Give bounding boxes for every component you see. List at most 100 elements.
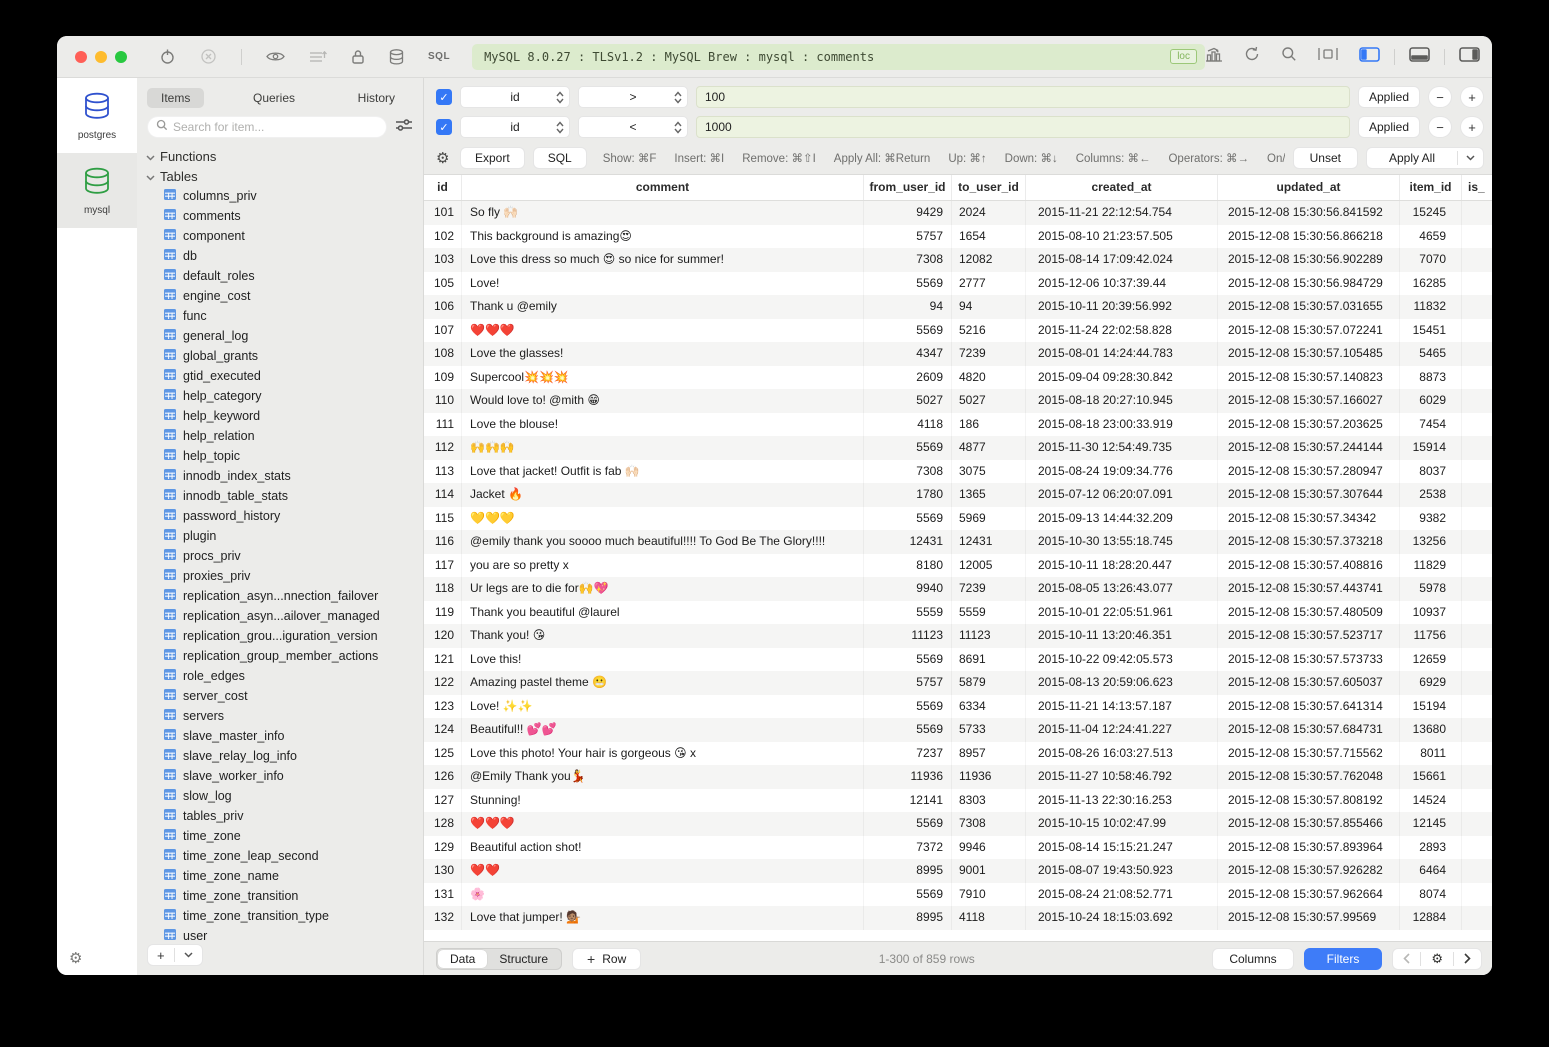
cell-comment[interactable]: Love the glasses! [462, 342, 864, 366]
cell-is[interactable] [1462, 836, 1492, 860]
cell-comment[interactable]: 🙌🙌🙌 [462, 436, 864, 460]
table-row[interactable]: 110 Would love to! @mith 😁 5027 5027 201… [424, 389, 1492, 413]
cell-comment[interactable]: So fly 🙌🏻 [462, 201, 864, 225]
filter-settings-gear-icon[interactable]: ⚙ [436, 149, 452, 167]
cell-comment[interactable]: 🌸 [462, 883, 864, 907]
cell-created-at[interactable]: 2015-12-06 10:37:39.44 [1026, 272, 1218, 296]
cell-from-user-id[interactable]: 5569 [864, 883, 952, 907]
sidebar-table-item[interactable]: servers [137, 706, 423, 726]
cell-is[interactable] [1462, 201, 1492, 225]
chart-icon[interactable] [1205, 47, 1223, 67]
cell-is[interactable] [1462, 906, 1492, 930]
cell-id[interactable]: 124 [424, 718, 462, 742]
tab-structure[interactable]: Structure [487, 950, 560, 968]
cell-from-user-id[interactable]: 7372 [864, 836, 952, 860]
chevron-down-icon[interactable] [175, 952, 202, 958]
cell-created-at[interactable]: 2015-11-21 22:12:54.754 [1026, 201, 1218, 225]
sql-editor-icon[interactable]: SQL [428, 51, 450, 62]
cell-item-id[interactable]: 15661 [1400, 765, 1462, 789]
column-header[interactable]: to_user_id [952, 175, 1026, 200]
connection-icon[interactable] [159, 48, 176, 65]
cell-comment[interactable]: Love that jacket! Outfit is fab 🙌🏻 [462, 460, 864, 484]
sidebar-table-item[interactable]: plugin [137, 526, 423, 546]
cell-id[interactable]: 106 [424, 295, 462, 319]
table-row[interactable]: 106 Thank u @emily 94 94 2015-10-11 20:3… [424, 295, 1492, 319]
cell-id[interactable]: 101 [424, 201, 462, 225]
lock-icon[interactable] [351, 49, 365, 65]
cell-updated-at[interactable]: 2015-12-08 15:30:57.280947 [1218, 460, 1400, 484]
sql-button[interactable]: SQL [533, 147, 587, 169]
cell-id[interactable]: 111 [424, 413, 462, 437]
cell-to-user-id[interactable]: 7308 [952, 812, 1026, 836]
cell-updated-at[interactable]: 2015-12-08 15:30:57.926282 [1218, 859, 1400, 883]
cell-updated-at[interactable]: 2015-12-08 15:30:57.443741 [1218, 577, 1400, 601]
cell-item-id[interactable]: 12659 [1400, 648, 1462, 672]
cell-to-user-id[interactable]: 5733 [952, 718, 1026, 742]
cell-id[interactable]: 125 [424, 742, 462, 766]
column-header[interactable]: comment [462, 175, 864, 200]
sidebar-table-item[interactable]: engine_cost [137, 286, 423, 306]
cell-is[interactable] [1462, 742, 1492, 766]
cell-item-id[interactable]: 2893 [1400, 836, 1462, 860]
cell-item-id[interactable]: 8011 [1400, 742, 1462, 766]
sidebar-table-item[interactable]: gtid_executed [137, 366, 423, 386]
cell-is[interactable] [1462, 366, 1492, 390]
cell-is[interactable] [1462, 789, 1492, 813]
cell-updated-at[interactable]: 2015-12-08 15:30:57.855466 [1218, 812, 1400, 836]
table-row[interactable]: 119 Thank you beautiful @laurel 5559 555… [424, 601, 1492, 625]
cell-updated-at[interactable]: 2015-12-08 15:30:57.031655 [1218, 295, 1400, 319]
minimize-window-button[interactable] [95, 51, 107, 63]
cell-comment[interactable]: Love! ✨✨ [462, 695, 864, 719]
cell-created-at[interactable]: 2015-08-18 20:27:10.945 [1026, 389, 1218, 413]
cell-id[interactable]: 131 [424, 883, 462, 907]
table-row[interactable]: 105 Love! 5569 2777 2015-12-06 10:37:39.… [424, 272, 1492, 296]
add-row-button[interactable]: + Row [572, 948, 641, 970]
sidebar-table-item[interactable]: default_roles [137, 266, 423, 286]
cell-from-user-id[interactable]: 8180 [864, 554, 952, 578]
cell-from-user-id[interactable]: 9940 [864, 577, 952, 601]
sidebar-table-item[interactable]: func [137, 306, 423, 326]
cell-id[interactable]: 114 [424, 483, 462, 507]
tree-section-tables[interactable]: Tables [137, 166, 423, 186]
cell-comment[interactable]: ❤️❤️❤️ [462, 812, 864, 836]
sidebar-table-item[interactable]: replication_group_member_actions [137, 646, 423, 666]
sidebar-table-item[interactable]: comments [137, 206, 423, 226]
cell-item-id[interactable]: 13256 [1400, 530, 1462, 554]
cell-item-id[interactable]: 12145 [1400, 812, 1462, 836]
cell-item-id[interactable]: 6929 [1400, 671, 1462, 695]
cell-item-id[interactable]: 11829 [1400, 554, 1462, 578]
cell-from-user-id[interactable]: 5569 [864, 812, 952, 836]
cell-item-id[interactable]: 15451 [1400, 319, 1462, 343]
cell-from-user-id[interactable]: 5559 [864, 601, 952, 625]
column-header[interactable]: is_ [1462, 175, 1492, 200]
sidebar-table-item[interactable]: slow_log [137, 786, 423, 806]
cell-id[interactable]: 119 [424, 601, 462, 625]
cell-comment[interactable]: Love this photo! Your hair is gorgeous 😘… [462, 742, 864, 766]
settings-gear-icon[interactable]: ⚙ [69, 949, 82, 967]
cell-updated-at[interactable]: 2015-12-08 15:30:57.408816 [1218, 554, 1400, 578]
cell-to-user-id[interactable]: 4118 [952, 906, 1026, 930]
table-row[interactable]: 107 ❤️❤️❤️ 5569 5216 2015-11-24 22:02:58… [424, 319, 1492, 343]
cell-is[interactable] [1462, 859, 1492, 883]
sidebar-table-item[interactable]: slave_master_info [137, 726, 423, 746]
sidebar-table-item[interactable]: user [137, 926, 423, 941]
cell-comment[interactable]: Thank you! 😘 [462, 624, 864, 648]
cell-comment[interactable]: Love this! [462, 648, 864, 672]
cell-created-at[interactable]: 2015-11-30 12:54:49.735 [1026, 436, 1218, 460]
cell-id[interactable]: 123 [424, 695, 462, 719]
plus-icon[interactable]: + [148, 948, 174, 963]
cell-updated-at[interactable]: 2015-12-08 15:30:57.373218 [1218, 530, 1400, 554]
cell-item-id[interactable]: 16285 [1400, 272, 1462, 296]
sidebar-table-item[interactable]: help_keyword [137, 406, 423, 426]
cell-created-at[interactable]: 2015-08-24 21:08:52.771 [1026, 883, 1218, 907]
table-row[interactable]: 125 Love this photo! Your hair is gorgeo… [424, 742, 1492, 766]
table-row[interactable]: 130 ❤️❤️ 8995 9001 2015-08-07 19:43:50.9… [424, 859, 1492, 883]
cell-comment[interactable]: Thank u @emily [462, 295, 864, 319]
cell-updated-at[interactable]: 2015-12-08 15:30:56.902289 [1218, 248, 1400, 272]
table-row[interactable]: 112 🙌🙌🙌 5569 4877 2015-11-30 12:54:49.73… [424, 436, 1492, 460]
cell-from-user-id[interactable]: 7308 [864, 248, 952, 272]
cell-to-user-id[interactable]: 9001 [952, 859, 1026, 883]
cell-comment[interactable]: @emily thank you soooo much beautiful!!!… [462, 530, 864, 554]
preview-eye-icon[interactable] [266, 50, 285, 63]
table-row[interactable]: 117 you are so pretty x 8180 12005 2015-… [424, 554, 1492, 578]
